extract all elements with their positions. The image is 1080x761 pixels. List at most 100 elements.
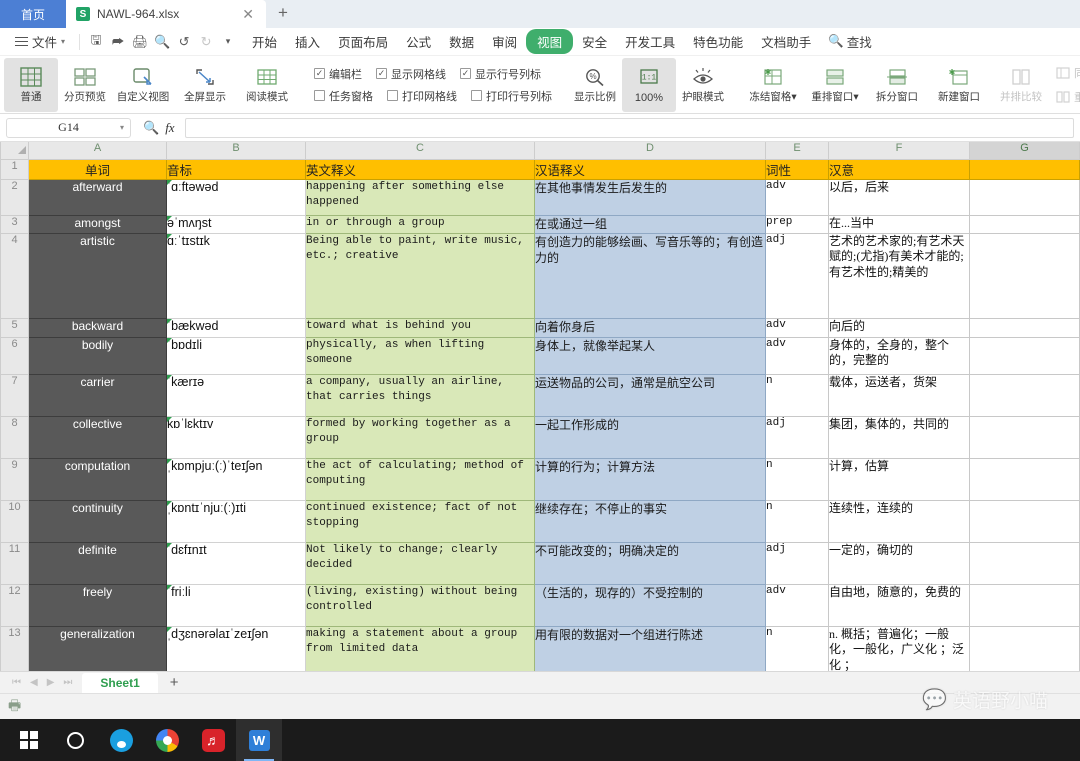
cell-chinese-meaning[interactable]: 计算，估算 — [828, 457, 970, 501]
view-normal-button[interactable]: 普通 — [4, 57, 58, 112]
ribbon-tab-insert[interactable]: 插入 — [286, 29, 329, 54]
cell-chinese-definition[interactable]: 不可能改变的；明确决定的 — [534, 541, 766, 585]
sheet-tab-sheet1[interactable]: Sheet1 — [82, 672, 158, 693]
table-row[interactable]: 12 freely ˈfriːli (living, existing) withou… — [0, 583, 1080, 627]
cell-G[interactable] — [969, 415, 1080, 459]
table-row[interactable]: 7 carrier ˈkærɪə a company, usually an airl… — [0, 373, 1080, 417]
cell-part-of-speech[interactable]: n — [765, 499, 829, 543]
cell-part-of-speech[interactable]: adv — [765, 583, 829, 627]
home-tab[interactable]: 首页 — [0, 0, 66, 28]
row-header-13[interactable]: 13 — [0, 625, 29, 671]
cell-chinese-definition[interactable]: 用有限的数据对一个组进行陈述 — [534, 625, 766, 671]
zoom-search-icon[interactable]: 🔍 — [137, 120, 159, 136]
table-row[interactable]: 2 afterward ˈɑːftəwəd happening after somet… — [0, 178, 1080, 216]
cell-G[interactable] — [969, 583, 1080, 627]
cell-ipa[interactable]: ˌkɒntɪˈnjuː(ː)ɪti — [166, 499, 306, 543]
cell-chinese-definition[interactable]: 继续存在；不停止的事实 — [534, 499, 766, 543]
nav-prev-icon[interactable]: ◀ — [30, 677, 38, 688]
cell-G[interactable] — [969, 499, 1080, 543]
cell-english-definition[interactable]: physically, as when lifting someone — [305, 336, 535, 375]
qq-browser-button[interactable] — [98, 719, 144, 761]
cell-word[interactable]: bodily — [28, 336, 167, 375]
cell-chinese-definition[interactable]: 在其他事情发生后发生的 — [534, 178, 766, 216]
column-header-B[interactable]: B — [166, 142, 306, 160]
ribbon-tab-data[interactable]: 数据 — [440, 29, 483, 54]
row-header-7[interactable]: 7 — [0, 373, 29, 417]
eye-protection-button[interactable]: 护眼模式 — [676, 58, 730, 112]
cell-chinese-definition[interactable]: （生活的，现存的）不受控制的 — [534, 583, 766, 627]
file-menu[interactable]: 文件 ▾ — [6, 29, 74, 54]
cell-ipa[interactable]: ˈbækwəd — [166, 317, 306, 338]
nav-first-icon[interactable]: ⏮ — [12, 677, 21, 688]
view-page-break-button[interactable]: 分页预览 — [58, 58, 112, 112]
ribbon-tab-review[interactable]: 审阅 — [483, 29, 526, 54]
cell-G[interactable] — [969, 625, 1080, 671]
column-header-E[interactable]: E — [765, 142, 829, 160]
header-cell-english-definition[interactable]: 英文释义 — [305, 158, 535, 180]
cell-ipa[interactable]: kɒˈlɛktɪv — [166, 415, 306, 459]
column-header-F[interactable]: F — [828, 142, 970, 160]
cell-part-of-speech[interactable]: n — [765, 373, 829, 417]
nav-last-icon[interactable]: ⏭ — [63, 677, 72, 688]
cell-chinese-meaning[interactable]: 自由地，随意的，免费的 — [828, 583, 970, 627]
header-cell-part-of-speech[interactable]: 词性 — [765, 158, 829, 180]
cell-chinese-meaning[interactable]: 以后，后来 — [828, 178, 970, 216]
redo-icon[interactable]: ↻ — [195, 32, 217, 52]
cell-chinese-definition[interactable]: 一起工作形成的 — [534, 415, 766, 459]
cell-english-definition[interactable]: toward what is behind you — [305, 317, 535, 338]
cell-chinese-meaning[interactable]: 载体，运送者，货架 — [828, 373, 970, 417]
checkbox-task-pane[interactable]: 任务窗格 — [314, 88, 373, 104]
name-box[interactable]: G14 ▾ — [6, 117, 131, 138]
cell-part-of-speech[interactable]: adv — [765, 178, 829, 216]
view-reading-mode-button[interactable]: 阅读模式 — [236, 58, 298, 112]
header-cell-chinese-definition[interactable]: 汉语释义 — [534, 158, 766, 180]
cell-part-of-speech[interactable]: prep — [765, 214, 829, 234]
ribbon-tab-security[interactable]: 安全 — [573, 29, 616, 54]
formula-input[interactable] — [184, 117, 1074, 138]
cell-G[interactable] — [969, 178, 1080, 216]
row-header-1[interactable]: 1 — [0, 158, 29, 180]
cell-word[interactable]: collective — [28, 415, 167, 459]
cell-G[interactable] — [969, 232, 1080, 319]
cell-ipa[interactable]: ˈbɒdɪli — [166, 336, 306, 375]
column-header-C[interactable]: C — [305, 142, 535, 160]
cell-ipa[interactable]: əˈmʌŋst — [166, 214, 306, 234]
add-sheet-button[interactable]: + — [162, 674, 187, 691]
cell-part-of-speech[interactable]: adj — [765, 232, 829, 319]
cell-chinese-meaning[interactable]: 一定的，确切的 — [828, 541, 970, 585]
cell-ipa[interactable]: ˈkærɪə — [166, 373, 306, 417]
sync-scroll-option[interactable]: 同步滚动 — [1056, 65, 1080, 81]
reset-position-option[interactable]: 重设位置 — [1056, 89, 1080, 105]
cell-chinese-meaning[interactable]: 集团，集体的，共同的 — [828, 415, 970, 459]
cell-part-of-speech[interactable]: n — [765, 457, 829, 501]
zoom-ratio-button[interactable]: % 显示比例 — [568, 58, 622, 112]
cell-chinese-meaning[interactable]: n. 概括；普遍化；一般化，一般化，广义化 ；泛化 ； — [828, 625, 970, 671]
zoom-100-button[interactable]: 1:1 100% — [622, 57, 676, 112]
cell-word[interactable]: afterward — [28, 178, 167, 216]
cell-chinese-meaning[interactable]: 身体的，全身的，整个的，完整的 — [828, 336, 970, 375]
cell-english-definition[interactable]: making a statement about a group from li… — [305, 625, 535, 671]
table-row[interactable]: 3 amongst əˈmʌŋst in or through a group 在或通过… — [0, 214, 1080, 234]
start-button[interactable] — [6, 719, 52, 761]
cell-chinese-definition[interactable]: 有创造力的能够绘画、写音乐等的；有创造力的 — [534, 232, 766, 319]
checkbox-show-headings[interactable]: 显示行号列标 — [460, 66, 541, 82]
cell-word[interactable]: freely — [28, 583, 167, 627]
cell-ipa[interactable]: ˈfriːli — [166, 583, 306, 627]
table-row[interactable]: 9 computation ˌkɒmpjuː(ː)ˈteɪʃən the act of… — [0, 457, 1080, 501]
header-cell-word[interactable]: 单词 — [28, 158, 167, 180]
cell-english-definition[interactable]: in or through a group — [305, 214, 535, 234]
cell-ipa[interactable]: ˌdʒɛnərəlaɪˈzeɪʃən — [166, 625, 306, 671]
column-header-G[interactable]: G — [969, 142, 1080, 160]
cell-ipa[interactable]: ˌkɒmpjuː(ː)ˈteɪʃən — [166, 457, 306, 501]
view-fullscreen-button[interactable]: 全屏显示 — [174, 58, 236, 112]
checkbox-print-headings[interactable]: 打印行号列标 — [471, 88, 552, 104]
checkbox-print-gridlines[interactable]: 打印网格线 — [387, 88, 457, 104]
cell-english-definition[interactable]: a company, usually an airline, that carr… — [305, 373, 535, 417]
cell-G[interactable] — [969, 214, 1080, 234]
ribbon-tab-page-layout[interactable]: 页面布局 — [329, 29, 397, 54]
save-as-icon[interactable]: ⮫ — [107, 32, 129, 52]
row-header-3[interactable]: 3 — [0, 214, 29, 234]
ribbon-tab-features[interactable]: 特色功能 — [684, 29, 752, 54]
cortana-search-button[interactable] — [52, 719, 98, 761]
header-cell-chinese-meaning[interactable]: 汉意 — [828, 158, 970, 180]
